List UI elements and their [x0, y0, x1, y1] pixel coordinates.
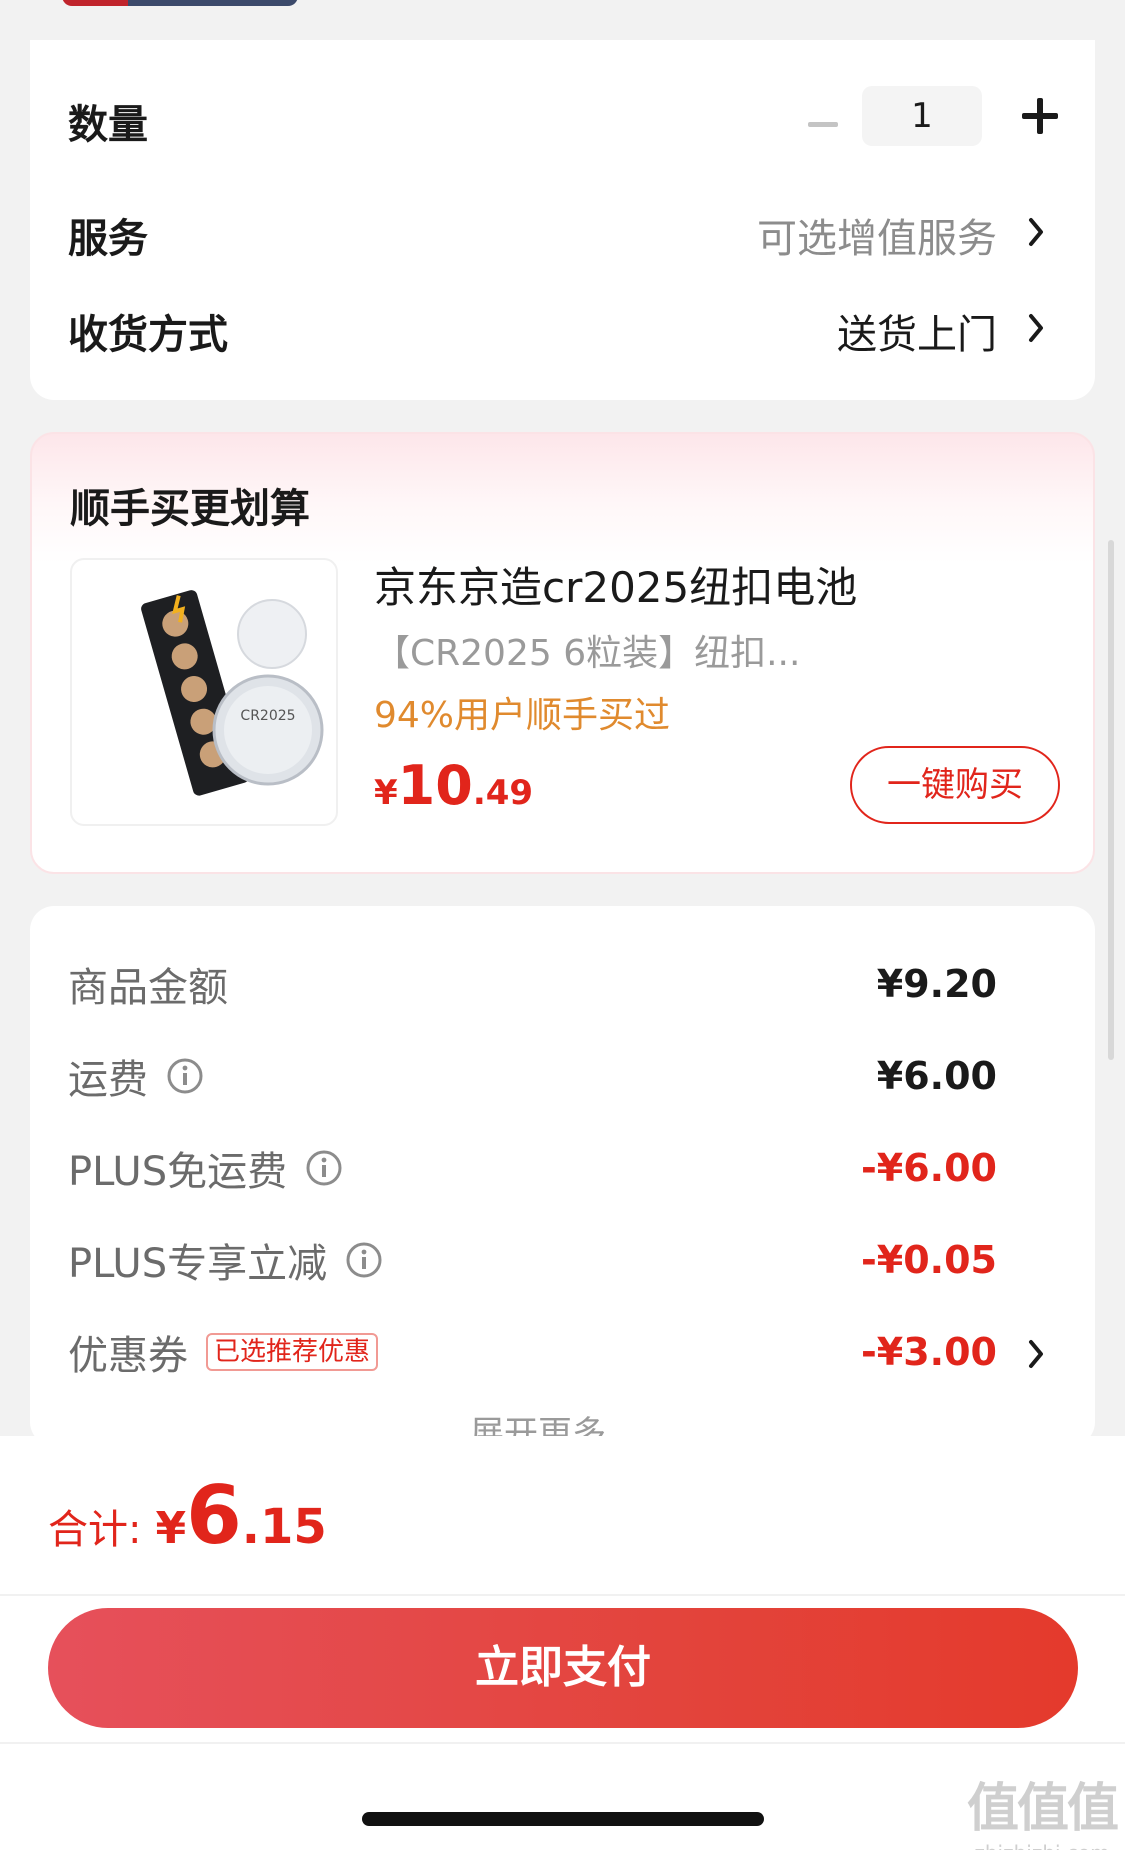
plus-discount-label: PLUS专享立减	[68, 1241, 328, 1287]
quantity-input[interactable]: 1	[862, 86, 982, 146]
price-detail-card: 商品金额 ¥9.20 运费 ¥6.00 PLUS免运费 -¥6.00 PLUS专…	[30, 906, 1095, 1454]
info-icon[interactable]	[305, 1149, 343, 1187]
watermark-logo: 值值值	[966, 1779, 1119, 1839]
product-price: ¥10.49	[374, 754, 533, 817]
price-symbol: ¥	[374, 773, 398, 813]
divider	[0, 1594, 1125, 1596]
info-icon[interactable]	[166, 1057, 204, 1095]
goods-amount-value: ¥9.20	[876, 962, 997, 1006]
service-value[interactable]: 可选增值服务	[757, 206, 997, 264]
price-row-label: 商品金额	[68, 956, 228, 1012]
price-row-plus-free-shipping: PLUS免运费 -¥6.00	[30, 1140, 1095, 1196]
total-integer: 6	[186, 1469, 242, 1562]
price-row-shipping: 运费 ¥6.00	[30, 1048, 1095, 1104]
quantity-increase-button[interactable]	[1020, 96, 1060, 136]
product-purchase-stat: 94%用户顺手买过	[374, 695, 671, 736]
chevron-right-icon[interactable]	[1019, 1334, 1053, 1374]
scrollbar[interactable]	[1108, 540, 1114, 1060]
total-decimal: .15	[241, 1499, 327, 1555]
product-name[interactable]: 京东京造cr2025纽扣电池	[374, 554, 857, 615]
price-row-label: 优惠券 已选推荐优惠	[68, 1324, 379, 1380]
one-click-buy-button[interactable]: 一键购买	[850, 746, 1060, 824]
coupon-recommended-badge: 已选推荐优惠	[206, 1333, 379, 1371]
chevron-right-icon[interactable]	[1019, 308, 1053, 348]
service-label: 服务	[68, 216, 148, 262]
goods-amount-label: 商品金额	[68, 965, 228, 1011]
watermark-url: zhizhizhi.com	[967, 1841, 1117, 1850]
plus-discount-value: -¥0.05	[861, 1238, 997, 1282]
price-integer: 10	[397, 754, 473, 817]
quantity-label: 数量	[68, 102, 148, 148]
battery-print-text: CR2025	[240, 708, 295, 724]
order-options-card: 数量 1 服务 可选增值服务 收货方式 送货上门	[30, 40, 1095, 400]
price-row-label: PLUS专享立减	[68, 1232, 383, 1288]
home-indicator[interactable]	[362, 1812, 764, 1826]
header-image-edge	[62, 0, 298, 6]
price-decimal: .49	[472, 773, 534, 813]
addon-title: 顺手买更划算	[70, 486, 310, 532]
price-row-coupon[interactable]: 优惠券 已选推荐优惠 -¥3.00	[30, 1324, 1095, 1380]
order-total: 合计: ¥ 6 .15	[48, 1476, 327, 1556]
total-symbol: ¥	[155, 1503, 187, 1554]
delivery-label: 收货方式	[68, 312, 228, 358]
info-icon[interactable]	[345, 1241, 383, 1279]
product-spec: 【CR2025 6粒装】纽扣...	[374, 633, 801, 674]
price-row-plus-discount: PLUS专享立减 -¥0.05	[30, 1232, 1095, 1288]
plus-free-shipping-label: PLUS免运费	[68, 1149, 288, 1195]
plus-free-shipping-value: -¥6.00	[861, 1146, 997, 1190]
shipping-label: 运费	[68, 1057, 148, 1103]
shipping-value: ¥6.00	[876, 1054, 997, 1098]
coupon-label: 优惠券	[68, 1333, 188, 1379]
price-row-goods-amount: 商品金额 ¥9.20	[30, 956, 1095, 1012]
checkout-bar: 合计: ¥ 6 .15 立即支付 值值值 zhizhizhi.com	[0, 1436, 1125, 1850]
battery-pack-image: CR2025	[141, 590, 324, 796]
quantity-decrease-button[interactable]	[806, 104, 840, 144]
price-row-label: PLUS免运费	[68, 1140, 343, 1196]
pay-now-button[interactable]: 立即支付	[48, 1608, 1078, 1728]
chevron-right-icon[interactable]	[1019, 212, 1053, 252]
addon-recommendation-card: 顺手买更划算 CR2025 京东京造cr2025纽扣电池 【CR2025 6粒装…	[30, 432, 1095, 874]
delivery-value[interactable]: 送货上门	[837, 302, 997, 360]
site-watermark: 值值值 zhizhizhi.com	[966, 1766, 1119, 1850]
price-row-label: 运费	[68, 1048, 204, 1104]
coupon-value: -¥3.00	[861, 1330, 997, 1374]
top-strip	[0, 0, 1125, 40]
product-thumbnail[interactable]: CR2025	[70, 558, 338, 826]
total-label: 合计:	[48, 1507, 142, 1553]
divider	[0, 1742, 1125, 1744]
